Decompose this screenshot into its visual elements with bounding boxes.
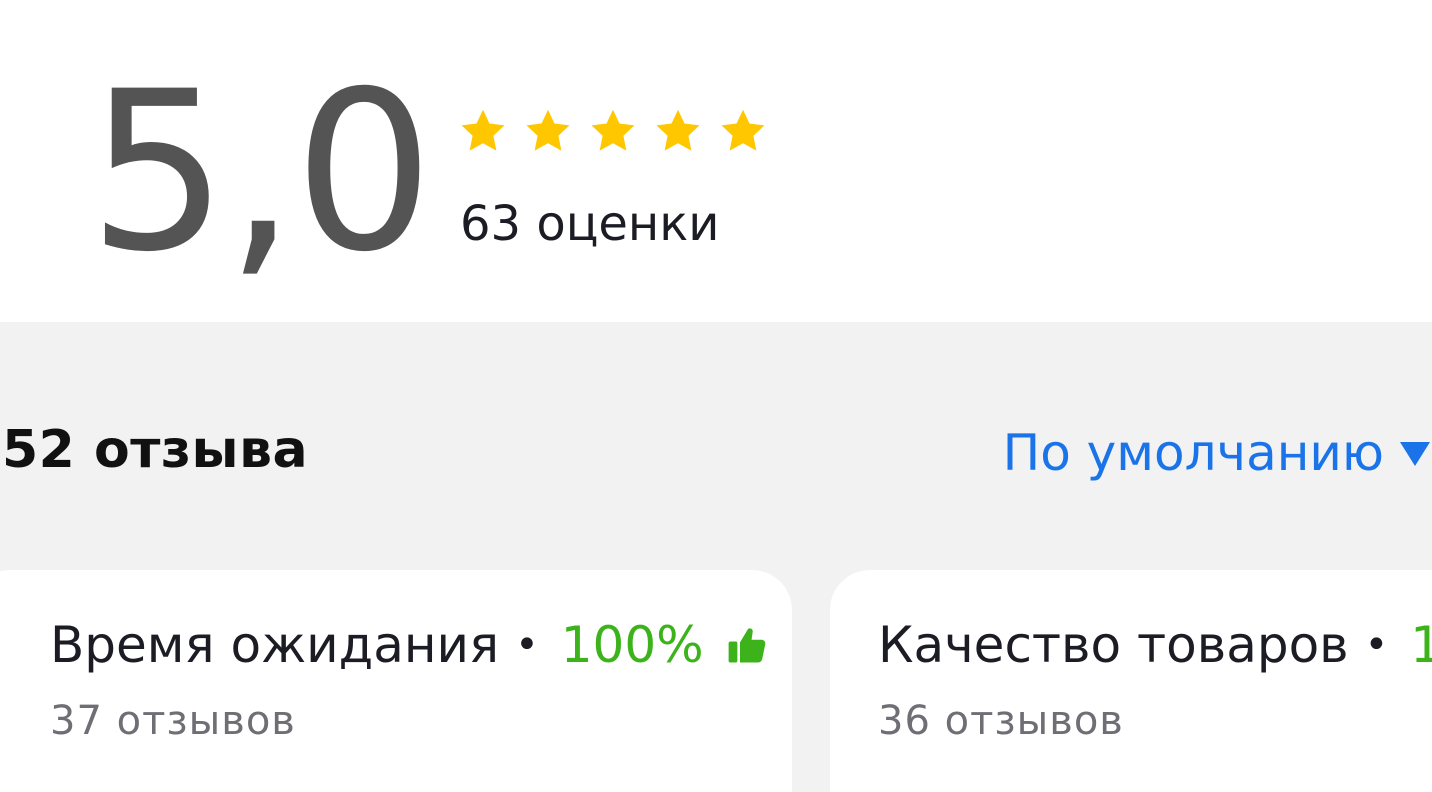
aspect-card-product-quality[interactable]: Качество товаров • 1 36 отзывов bbox=[830, 570, 1432, 792]
star-icon bbox=[461, 109, 505, 151]
star-icon bbox=[656, 109, 700, 151]
sort-dropdown[interactable]: По умолчанию bbox=[1003, 424, 1432, 482]
aspect-review-count: 36 отзывов bbox=[878, 698, 1124, 744]
reviews-title: 52 отзыва bbox=[2, 420, 309, 480]
aspect-review-count: 37 отзывов bbox=[50, 698, 296, 744]
page: 5,0 63 оценки 52 отзыва По умолчанию Вре… bbox=[0, 0, 1432, 792]
aspect-title: Качество товаров bbox=[878, 616, 1349, 674]
separator-dot: • bbox=[1364, 622, 1389, 668]
thumbs-up-icon bbox=[728, 628, 765, 663]
triangle-down-icon bbox=[1400, 442, 1430, 466]
separator-dot: • bbox=[515, 622, 539, 668]
aspect-title: Время ожидания bbox=[50, 616, 500, 674]
aspect-card-waiting-time[interactable]: Время ожидания • 100% 37 отзывов bbox=[0, 570, 792, 792]
aspect-percent: 100% bbox=[560, 616, 704, 674]
aspect-percent: 1 bbox=[1410, 616, 1432, 674]
aspect-header: Время ожидания • 100% bbox=[50, 616, 768, 674]
rating-score: 5,0 bbox=[88, 44, 434, 300]
star-icon bbox=[526, 109, 570, 151]
star-icon bbox=[721, 109, 765, 151]
aspect-header: Качество товаров • 1 bbox=[878, 616, 1432, 674]
star-rating bbox=[458, 106, 768, 156]
sort-label: По умолчанию bbox=[1002, 424, 1384, 482]
star-icon bbox=[591, 109, 635, 151]
ratings-count: 63 оценки bbox=[460, 196, 720, 252]
